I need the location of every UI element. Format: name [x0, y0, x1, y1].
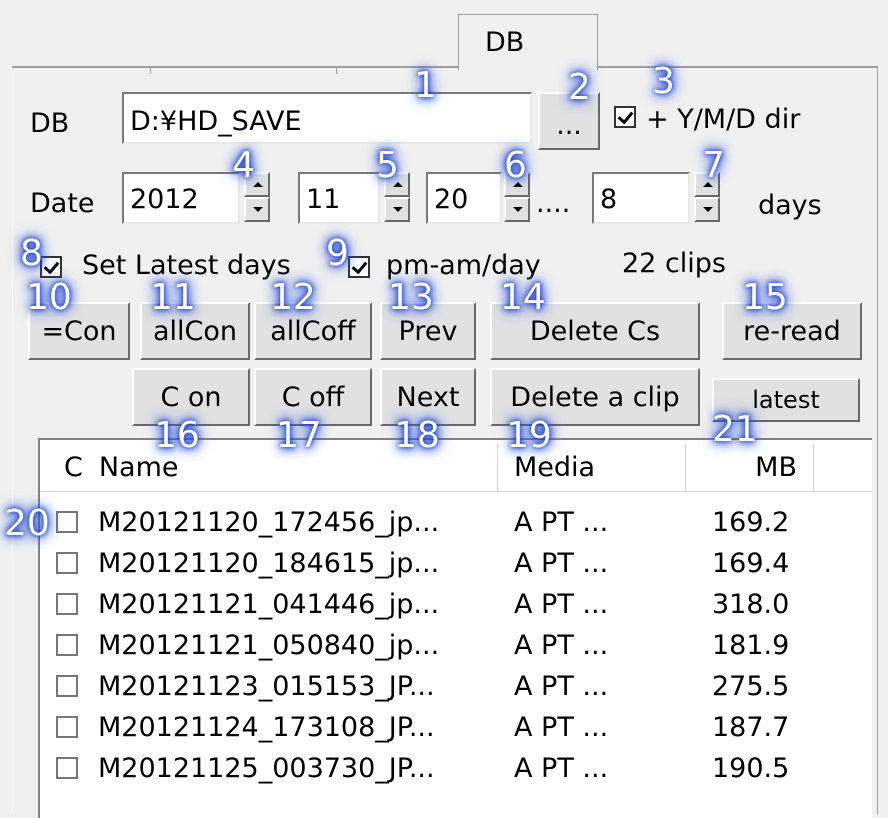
row-name: M20121121_041446_jp... [98, 589, 440, 620]
row-name: M20121120_184615_jp... [98, 548, 440, 579]
row-media: A PT ... [514, 548, 609, 579]
pm-am-day-checkbox[interactable] [348, 256, 370, 278]
days-label: days [758, 190, 822, 221]
callout-4: 4 [232, 145, 255, 186]
row-mb: 169.2 [712, 507, 790, 538]
row-name: M20121125_003730_JP... [98, 753, 435, 784]
set-latest-days-checkbox[interactable] [40, 256, 62, 278]
callout-21: 21 [712, 409, 758, 450]
callout-9: 9 [326, 233, 349, 274]
row-media: A PT ... [514, 630, 609, 661]
row-checkbox[interactable] [56, 675, 78, 697]
callout-19: 19 [506, 415, 552, 456]
year-field[interactable]: 2012 [122, 172, 240, 224]
row-checkbox[interactable] [56, 593, 78, 615]
year-down-arrow-icon[interactable] [244, 197, 270, 222]
table-row[interactable]: M20121121_041446_jp... A PT ... 318.0 [44, 585, 864, 625]
callout-10: 10 [26, 277, 72, 318]
row-mb: 169.4 [712, 548, 790, 579]
db-label: DB [30, 108, 70, 139]
callout-13: 13 [388, 277, 434, 318]
row-mb: 181.9 [712, 630, 790, 661]
table-row[interactable]: M20121125_003730_JP... A PT ... 190.5 [44, 749, 864, 789]
row-media: A PT ... [514, 671, 609, 702]
callout-3: 3 [652, 61, 675, 102]
tab-db[interactable]: DB [458, 14, 598, 70]
callout-12: 12 [270, 277, 316, 318]
column-header-filler [814, 444, 872, 492]
row-mb: 275.5 [712, 671, 790, 702]
callout-18: 18 [394, 415, 440, 456]
table-row[interactable]: M20121123_015153_JP... A PT ... 275.5 [44, 667, 864, 707]
column-header-name-label: Name [98, 452, 179, 483]
row-media: A PT ... [514, 507, 609, 538]
callout-14: 14 [500, 277, 546, 318]
column-header-mb[interactable]: MB [686, 444, 814, 492]
callout-8: 8 [20, 233, 43, 274]
row-media: A PT ... [514, 753, 609, 784]
row-media: A PT ... [514, 589, 609, 620]
row-mb: 187.7 [712, 712, 790, 743]
table-row[interactable]: M20121124_173108_JP... A PT ... 187.7 [44, 708, 864, 748]
db-path-field[interactable]: D:¥HD_SAVE [122, 92, 532, 144]
column-header-c-label: C [64, 452, 83, 483]
column-header-mb-label: MB [755, 452, 797, 483]
callout-5: 5 [376, 145, 399, 186]
table-row[interactable]: M20121120_172456_jp... A PT ... 169.2 [44, 503, 864, 543]
row-name: M20121121_050840_jp... [98, 630, 440, 661]
date-range-separator: .... [536, 188, 571, 219]
callout-15: 15 [742, 277, 788, 318]
row-media: A PT ... [514, 712, 609, 743]
callout-2: 2 [568, 67, 591, 108]
callout-11: 11 [150, 277, 196, 318]
row-name: M20121124_173108_JP... [98, 712, 435, 743]
set-latest-days-label: Set Latest days [82, 250, 291, 281]
row-checkbox[interactable] [56, 757, 78, 779]
day-down-arrow-icon[interactable] [504, 197, 530, 222]
table-row[interactable]: M20121120_184615_jp... A PT ... 169.4 [44, 544, 864, 584]
month-field[interactable]: 11 [298, 172, 380, 224]
day-field[interactable]: 20 [426, 172, 502, 224]
clips-count: 22 clips [622, 248, 726, 279]
callout-1: 1 [414, 65, 437, 106]
callout-17: 17 [276, 415, 322, 456]
tab-db-label: DB [485, 27, 525, 58]
callout-20: 20 [4, 503, 50, 544]
column-header-media-label: Media [514, 452, 596, 483]
row-name: M20121123_015153_JP... [98, 671, 435, 702]
pm-am-day-label: pm-am/day [386, 250, 541, 281]
days-down-arrow-icon[interactable] [694, 197, 720, 222]
callout-16: 16 [154, 415, 200, 456]
table-row[interactable]: M20121121_050840_jp... A PT ... 181.9 [44, 626, 864, 666]
row-name: M20121120_172456_jp... [98, 507, 440, 538]
row-checkbox[interactable] [56, 716, 78, 738]
row-mb: 318.0 [712, 589, 790, 620]
ymd-dir-label: + Y/M/D dir [646, 104, 801, 135]
date-label: Date [30, 188, 95, 219]
row-checkbox[interactable] [56, 634, 78, 656]
row-mb: 190.5 [712, 753, 790, 784]
month-down-arrow-icon[interactable] [384, 197, 410, 222]
ymd-dir-checkbox[interactable] [614, 106, 636, 128]
row-checkbox[interactable] [56, 552, 78, 574]
callout-6: 6 [504, 145, 527, 186]
callout-7: 7 [702, 145, 725, 186]
days-field[interactable]: 8 [592, 172, 690, 224]
row-checkbox[interactable] [56, 511, 78, 533]
